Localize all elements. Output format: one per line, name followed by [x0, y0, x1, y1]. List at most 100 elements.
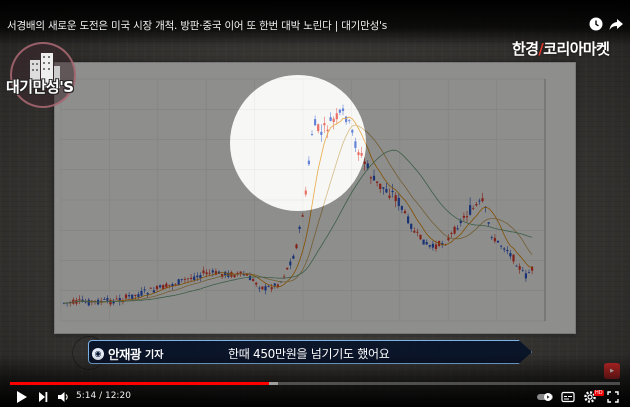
candle: [521, 266, 524, 272]
candle: [332, 116, 335, 130]
candle: [304, 186, 307, 197]
current-time: 5:14: [76, 391, 97, 401]
candle: [233, 274, 236, 278]
candle: [100, 297, 103, 305]
candle: [317, 123, 320, 134]
candle: [286, 267, 289, 270]
candle: [177, 278, 180, 286]
candle: [462, 212, 465, 221]
candle: [72, 297, 75, 305]
candle: [369, 175, 372, 185]
candle: [357, 149, 360, 161]
candle: [224, 270, 227, 279]
candle: [307, 156, 310, 166]
candle: [475, 202, 478, 207]
candle: [450, 231, 453, 238]
candle: [103, 296, 106, 300]
candle: [227, 270, 230, 279]
play-icon[interactable]: [16, 390, 28, 404]
candle: [410, 222, 413, 232]
progress-bar[interactable]: [10, 382, 620, 385]
candle: [506, 246, 509, 255]
candle: [109, 298, 112, 307]
candle: [93, 300, 97, 305]
candle: [509, 249, 512, 260]
candle: [428, 244, 431, 249]
candle: [159, 284, 162, 289]
candle: [199, 272, 202, 282]
hd-badge: HD: [594, 390, 604, 396]
candle: [112, 298, 115, 306]
candle: [202, 266, 205, 276]
progress-played: [10, 382, 269, 385]
candle: [320, 124, 323, 142]
candle: [78, 295, 81, 305]
candle: [323, 116, 326, 134]
candle: [143, 286, 146, 294]
candle: [314, 115, 317, 126]
candle: [385, 182, 388, 194]
candle: [472, 205, 475, 210]
candle: [310, 130, 314, 136]
candle: [453, 225, 456, 235]
candle: [283, 274, 286, 280]
fullscreen-icon[interactable]: [607, 390, 619, 404]
candle: [456, 225, 459, 231]
channel-logo-text: 대기만성'S: [6, 78, 74, 96]
volume-icon[interactable]: [57, 390, 69, 404]
video-player[interactable]: 서경배의 새로운 도전은 미국 시장 개척. 방판·중국 이어 또 한번 대박 …: [0, 0, 630, 407]
candle: [459, 218, 462, 227]
candle: [190, 274, 193, 282]
candle: [140, 287, 143, 297]
candle: [165, 281, 168, 288]
candle: [416, 228, 419, 237]
next-icon[interactable]: [38, 390, 48, 404]
candle: [335, 107, 338, 125]
autoplay-toggle-icon[interactable]: [536, 390, 554, 404]
candle: [134, 294, 137, 301]
candle: [487, 221, 490, 227]
candle: [465, 210, 469, 222]
candle: [261, 286, 264, 291]
candle: [345, 115, 348, 125]
candle: [341, 104, 345, 116]
candle: [419, 234, 422, 241]
candle: [403, 208, 407, 215]
candle: [276, 283, 279, 289]
candle: [493, 234, 496, 244]
clock-icon[interactable]: [588, 16, 604, 32]
candle: [478, 198, 481, 205]
moving-average-line: [63, 124, 533, 304]
candle: [372, 169, 376, 181]
candle: [258, 286, 261, 293]
candle: [118, 294, 121, 306]
candle: [388, 188, 391, 200]
candle: [264, 283, 267, 295]
candle: [496, 240, 500, 243]
video-title[interactable]: 서경배의 새로운 도전은 미국 시장 개척. 방판·중국 이어 또 한번 대박 …: [7, 18, 387, 33]
candle: [214, 268, 217, 276]
candle: [360, 146, 363, 158]
candle: [338, 108, 341, 116]
candle: [69, 300, 72, 307]
candle: [152, 286, 155, 294]
subtitles-icon[interactable]: [561, 390, 575, 404]
candle: [500, 244, 503, 250]
candle: [382, 187, 385, 195]
candle: [481, 192, 484, 203]
candle: [400, 205, 403, 214]
candle: [394, 192, 397, 208]
candle: [329, 112, 332, 122]
candle: [376, 181, 379, 187]
share-icon[interactable]: [608, 16, 624, 32]
candle: [425, 239, 428, 245]
candle: [292, 253, 295, 260]
candle: [363, 157, 366, 171]
moving-average-line: [63, 149, 533, 304]
candle: [524, 269, 527, 282]
candle: [512, 254, 515, 265]
brand-sub: 코리아마켓: [543, 40, 610, 58]
candle: [490, 235, 493, 240]
brand-name: 한경: [512, 40, 539, 58]
candle: [422, 239, 425, 245]
